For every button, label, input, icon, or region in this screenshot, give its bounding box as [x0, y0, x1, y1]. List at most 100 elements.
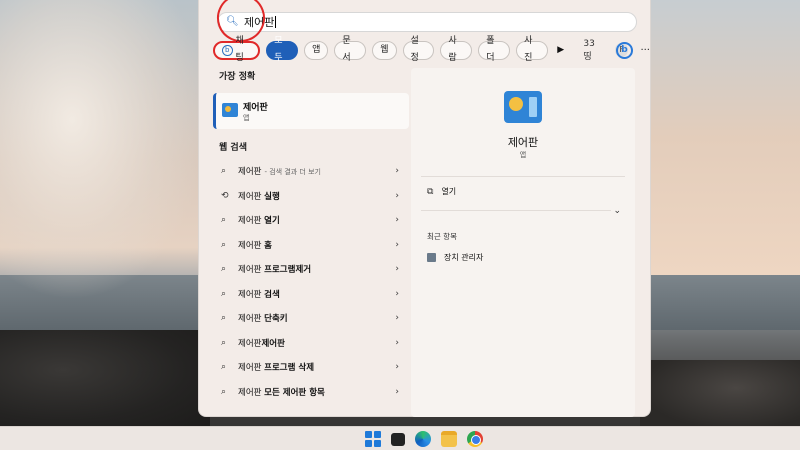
open-action[interactable]: ⧉ 열기 — [427, 186, 456, 197]
web-search-item-suggestion: 모든 제어판 항목 — [264, 387, 325, 398]
taskbar-icons — [365, 431, 483, 447]
chevron-down-icon[interactable]: ⌄ — [613, 206, 621, 216]
open-external-icon: ⧉ — [427, 186, 434, 197]
web-search-item-prefix: 제어판 — [238, 363, 265, 374]
results-list: 가장 정확 제어판 앱 웹 검색 ⌕ 제어판 - 검색 결과 더 보기 › ⟲ 제어판 실… — [213, 68, 409, 404]
web-search-item-prefix: 제어판 — [238, 265, 265, 276]
chevron-right-icon: › — [395, 362, 399, 373]
best-match-type: 앱 — [243, 114, 250, 122]
chrome-browser-icon[interactable] — [467, 431, 483, 447]
web-search-title: 웹 검색 — [219, 143, 247, 153]
filter-documents[interactable]: 문서 — [334, 36, 367, 63]
details-pane: 제어판 앱 ⧉ 열기 ⌄ 최근 항목 장치 관리자 — [411, 68, 635, 417]
filter-photos[interactable]: 사진 — [516, 36, 548, 63]
details-divider-2 — [421, 210, 611, 211]
web-search-item-prefix: 제어판 — [238, 289, 265, 300]
web-search-list: ⌕ 제어판 - 검색 결과 더 보기 › ⟲ 제어판 실행 › ⌕ 제어판 열기 › ⌕ 제어판 홈 ›… — [213, 159, 409, 404]
file-explorer-icon[interactable] — [441, 431, 457, 447]
web-search-item-label: 제어판 홈 — [238, 239, 272, 251]
wallpaper-sky — [650, 0, 800, 275]
filter-people[interactable]: 사람 — [440, 36, 473, 63]
more-options-icon[interactable]: ··· — [640, 45, 650, 56]
web-search-item-label: 제어판 열기 — [238, 214, 280, 226]
web-search-item[interactable]: ⌕ 제어판 프로그램제거 › — [213, 257, 409, 282]
web-search-item-prefix: 제어판 — [238, 216, 265, 227]
filter-settings[interactable]: 설정 — [402, 36, 435, 63]
filter-apps-label: 앱 — [312, 44, 321, 55]
chat-chip-label: 채팅 — [235, 36, 244, 63]
details-title: 제어판 — [507, 136, 539, 149]
best-match-name: 제어판 — [243, 103, 268, 113]
filter-all[interactable]: 모두 — [266, 36, 299, 63]
wallpaper-veil — [0, 0, 210, 300]
web-search-item[interactable]: ⌕ 제어판 단축키 › — [213, 306, 409, 331]
recent-item-label: 장치 관리자 — [444, 253, 484, 262]
web-search-item-suggestion: 단축키 — [264, 314, 288, 325]
search-icon: ⌕ — [221, 264, 227, 275]
web-search-item[interactable]: ⌕ 제어판 검색 › — [213, 282, 409, 307]
web-search-item[interactable]: ⟲ 제어판 실행 › — [213, 184, 409, 209]
filter-web-label: 웹 — [380, 44, 389, 55]
chevron-right-icon: › — [395, 313, 399, 324]
web-search-item-label: 제어판 모든 제어판 항목 — [238, 386, 325, 398]
filter-web[interactable]: 웹 — [372, 40, 397, 60]
chat-chip[interactable]: b 채팅 — [213, 36, 261, 63]
chevron-right-icon: › — [395, 239, 399, 250]
web-search-item-prefix: 제어판 — [238, 387, 265, 398]
task-view-icon[interactable] — [391, 433, 405, 446]
web-search-item[interactable]: ⌕ 제어판제어판 › — [213, 331, 409, 356]
device-manager-icon — [427, 253, 436, 262]
web-search-item-label: 제어판 프로그램제거 — [238, 263, 311, 275]
filter-documents-label: 문서 — [342, 36, 351, 63]
web-search-item-suggestion: 프로그램제거 — [264, 265, 312, 276]
search-icon: ⌕ — [221, 362, 227, 373]
chevron-right-icon: › — [395, 190, 399, 201]
web-search-item-prefix: 제어판 — [238, 314, 265, 325]
recent-title: 최근 항목 — [427, 232, 457, 241]
web-search-item-label: 제어판 단축키 — [238, 312, 288, 324]
web-search-item-suggestion: 홈 — [264, 240, 272, 251]
search-icon: ⌕ — [221, 337, 227, 348]
search-icon: ⌕ — [221, 288, 227, 299]
web-search-item[interactable]: ⌕ 제어판 - 검색 결과 더 보기 › — [213, 159, 409, 184]
recent-item[interactable]: 장치 관리자 — [427, 252, 483, 263]
best-match-item[interactable]: 제어판 앱 — [213, 93, 409, 129]
bing-icon: b — [222, 44, 233, 56]
chevron-right-icon: › — [395, 288, 399, 299]
filter-people-label: 사람 — [448, 36, 457, 63]
filter-folders-label: 폴더 — [486, 36, 495, 63]
web-search-item[interactable]: ⌕ 제어판 열기 › — [213, 208, 409, 233]
web-search-item-suggestion: 프로그램 삭제 — [264, 363, 315, 374]
web-search-item[interactable]: ⌕ 제어판 프로그램 삭제 › — [213, 355, 409, 380]
web-search-item[interactable]: ⌕ 제어판 홈 › — [213, 233, 409, 258]
web-search-item-prefix: 제어판 — [238, 167, 262, 178]
filter-apps[interactable]: 앱 — [304, 40, 329, 60]
chevron-right-icon: › — [395, 215, 399, 226]
web-search-item[interactable]: ⌕ 제어판 모든 제어판 항목 › — [213, 380, 409, 405]
history-icon: ⟲ — [221, 190, 229, 201]
search-icon: ⌕ — [221, 386, 227, 397]
windows-start-icon[interactable] — [365, 431, 381, 447]
filter-photos-label: 사진 — [524, 36, 533, 63]
search-input[interactable]: 🔍︎ 제어판 — [217, 12, 637, 32]
search-icon: ⌕ — [221, 239, 227, 250]
rewards-count[interactable]: 33 띵 — [583, 39, 605, 62]
details-type: 앱 — [519, 151, 527, 159]
web-search-item-suggestion: 실행 — [264, 191, 280, 202]
web-search-item-hint: - 검색 결과 더 보기 — [264, 168, 321, 177]
best-match-title: 가장 정확 — [219, 72, 256, 82]
edge-browser-icon[interactable] — [415, 431, 431, 447]
bing-button[interactable]: b — [616, 42, 633, 59]
chevron-right-icon: › — [395, 386, 399, 397]
web-search-item-prefix: 제어판 — [238, 191, 265, 202]
filter-folders[interactable]: 폴더 — [478, 36, 511, 63]
taskbar — [0, 426, 800, 450]
web-search-item-label: 제어판제어판 — [238, 337, 285, 349]
web-search-item-label: 제어판 실행 — [238, 190, 280, 202]
web-search-item-label: 제어판 - 검색 결과 더 보기 — [238, 165, 321, 177]
wallpaper-rocks-left — [0, 330, 210, 430]
more-filters-play-icon[interactable]: ▶ — [554, 45, 567, 55]
control-panel-icon — [222, 103, 238, 117]
rewards-icon: 띵 — [583, 51, 592, 62]
web-search-item-suggestion: 열기 — [264, 216, 280, 227]
